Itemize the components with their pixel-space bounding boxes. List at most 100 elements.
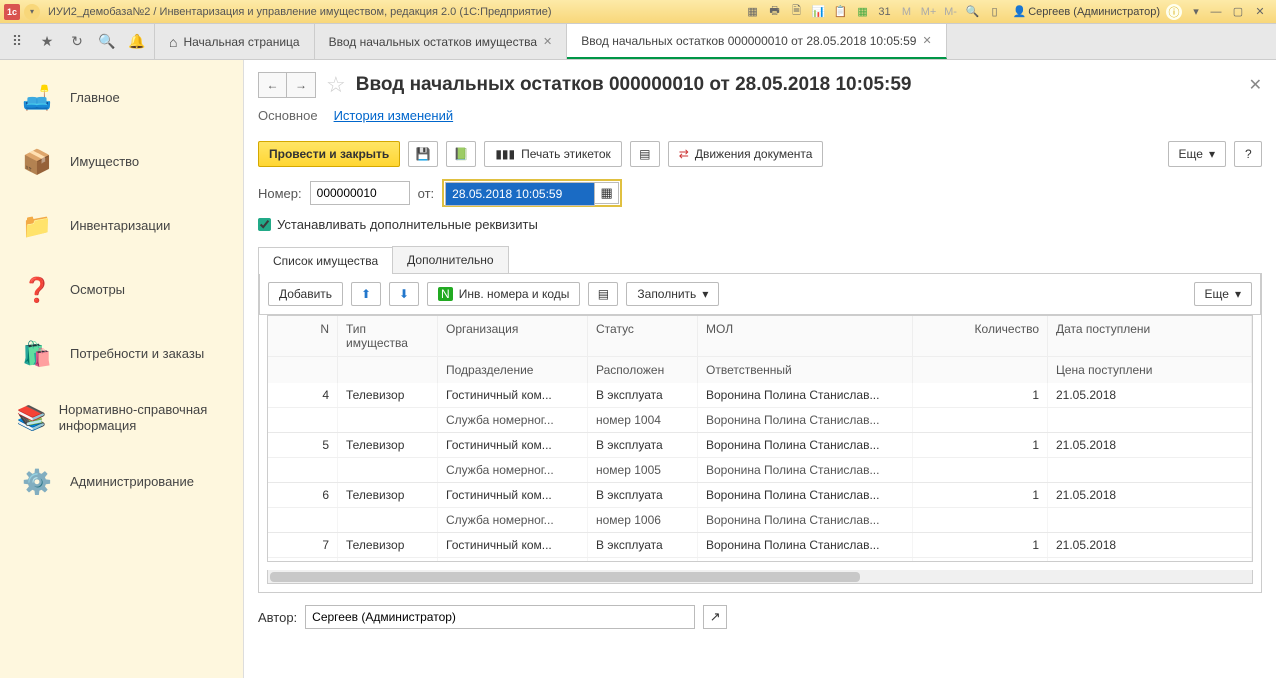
sidebar-item-main[interactable]: 🛋️Главное xyxy=(0,66,243,130)
doc-icon[interactable]: 🗎 xyxy=(789,4,805,20)
hdr-price-in[interactable]: Цена поступлени xyxy=(1048,356,1252,383)
post-and-close-button[interactable]: Провести и закрыть xyxy=(258,141,400,167)
tab-list[interactable]: Список имущества xyxy=(258,247,393,274)
info-icons: ⓘ ▾ xyxy=(1166,4,1208,20)
author-input[interactable] xyxy=(305,605,695,629)
save-button[interactable]: 💾 xyxy=(408,141,438,167)
list-view-button[interactable]: ▤ xyxy=(588,282,618,306)
extra-props-checkbox[interactable] xyxy=(258,218,271,231)
zoom-icon[interactable]: 🔍 xyxy=(965,4,981,20)
subtab-main[interactable]: Основное xyxy=(258,108,318,127)
author-label: Автор: xyxy=(258,610,297,625)
table-row[interactable]: 6ТелевизорГостиничный ком...В эксплуатаВ… xyxy=(268,483,1252,508)
tool-icon[interactable]: ▦ xyxy=(745,4,761,20)
bell-icon[interactable]: 🔔 xyxy=(128,33,146,50)
print-icon[interactable]: 🖶 xyxy=(767,4,783,20)
info-icon[interactable]: ⓘ xyxy=(1166,4,1182,20)
sidebar-item-property[interactable]: 📦Имущество xyxy=(0,130,243,194)
move-up-button[interactable]: ⬆ xyxy=(351,282,381,306)
date-input[interactable] xyxy=(445,182,595,206)
table-row[interactable]: 5ТелевизорГостиничный ком...В эксплуатаВ… xyxy=(268,433,1252,458)
mail-icon[interactable]: 📋 xyxy=(833,4,849,20)
apps-icon[interactable]: ⠿ xyxy=(8,33,26,50)
hdr-type[interactable]: Тип имущества xyxy=(338,316,438,356)
history-icon[interactable]: ↻ xyxy=(68,33,86,50)
panel-icon[interactable]: ▯ xyxy=(987,4,1003,20)
hdr-date-in[interactable]: Дата поступлени xyxy=(1048,316,1252,356)
info-dropdown-icon[interactable]: ▾ xyxy=(1188,4,1204,20)
grid-header: N Тип имущества Организация Статус МОЛ К… xyxy=(268,316,1252,383)
m-minus-icon[interactable]: M- xyxy=(943,4,959,20)
more-button[interactable]: Еще ▾ xyxy=(1168,141,1226,167)
tab-home[interactable]: ⌂ Начальная страница xyxy=(155,24,315,59)
sidebar-item-inventory[interactable]: 📁Инвентаризации xyxy=(0,194,243,258)
tab-document-active[interactable]: Ввод начальных остатков 000000010 от 28.… xyxy=(567,24,946,59)
inv-numbers-button[interactable]: NИнв. номера и коды xyxy=(427,282,580,306)
current-user[interactable]: 👤 Сергеев (Администратор) xyxy=(1007,5,1166,18)
favorite-star-icon[interactable]: ☆ xyxy=(326,72,346,98)
number-input[interactable] xyxy=(310,181,410,205)
tabbar: ⠿ ★ ↻ 🔍 🔔 ⌂ Начальная страница Ввод нача… xyxy=(0,24,1276,60)
search-icon[interactable]: 🔍 xyxy=(98,33,116,50)
hdr-dept[interactable]: Подразделение xyxy=(438,356,588,383)
post-button[interactable]: 📗 xyxy=(446,141,476,167)
chart-icon[interactable]: 📊 xyxy=(811,4,827,20)
content: ← → ☆ Ввод начальных остатков 000000010 … xyxy=(244,60,1276,678)
table-subrow[interactable]: Служба номерног...номер 1005Воронина Пол… xyxy=(268,458,1252,483)
list-button[interactable]: ▤ xyxy=(630,141,660,167)
hdr-n[interactable]: N xyxy=(268,316,338,356)
subtab-history[interactable]: История изменений xyxy=(334,108,454,127)
hdr-status[interactable]: Статус xyxy=(588,316,698,356)
move-down-button[interactable]: ⬇ xyxy=(389,282,419,306)
minimize-icon[interactable]: — xyxy=(1208,4,1224,20)
close-icon[interactable]: ✕ xyxy=(543,35,552,48)
print-labels-button[interactable]: ▮▮▮Печать этикеток xyxy=(484,141,621,167)
m-plus-icon[interactable]: M+ xyxy=(921,4,937,20)
sidebar-item-needs[interactable]: 🛍️Потребности и заказы xyxy=(0,322,243,386)
close-icon[interactable]: ✕ xyxy=(922,34,931,47)
maximize-icon[interactable]: ▢ xyxy=(1230,4,1246,20)
hdr-mol[interactable]: МОЛ xyxy=(698,316,913,356)
table-subrow[interactable]: Служба номерног...номер 1006Воронина Пол… xyxy=(268,508,1252,533)
close-icon[interactable]: ✕ xyxy=(1252,4,1268,20)
nav-forward-button[interactable]: → xyxy=(287,73,315,97)
hdr-qty[interactable]: Количество xyxy=(913,316,1048,356)
calc-icon[interactable]: 31 xyxy=(877,4,893,20)
grid-body[interactable]: 4ТелевизорГостиничный ком...В эксплуатаВ… xyxy=(268,383,1252,561)
author-open-button[interactable]: ↗ xyxy=(703,605,727,629)
chevron-down-icon: ▾ xyxy=(1235,287,1241,301)
tab-label: Ввод начальных остатков 000000010 от 28.… xyxy=(581,34,916,48)
m-icon[interactable]: M xyxy=(899,4,915,20)
hdr-located[interactable]: Расположен xyxy=(588,356,698,383)
nav-back-button[interactable]: ← xyxy=(259,73,287,97)
table-subrow[interactable]: Служба номерног... xyxy=(268,558,1252,561)
add-button[interactable]: Добавить xyxy=(268,282,343,306)
calendar-icon[interactable]: ▦ xyxy=(855,4,871,20)
app-menu-dropdown[interactable]: ▾ xyxy=(24,4,40,20)
close-page-icon[interactable]: ✕ xyxy=(1249,75,1262,95)
hdr-resp[interactable]: Ответственный xyxy=(698,356,913,383)
table-row[interactable]: 7ТелевизорГостиничный ком...В эксплуатаВ… xyxy=(268,533,1252,558)
boxes-icon: 📦 xyxy=(16,144,58,180)
sidebar-item-inspect[interactable]: ❓Осмотры xyxy=(0,258,243,322)
calendar-button[interactable]: ▦ xyxy=(595,182,619,204)
document-moves-button[interactable]: ⇄Движения документа xyxy=(668,141,824,167)
fill-button[interactable]: Заполнить ▾ xyxy=(626,282,719,306)
horizontal-scrollbar[interactable] xyxy=(267,570,1253,584)
grid-more-button[interactable]: Еще ▾ xyxy=(1194,282,1252,306)
sidebar-item-admin[interactable]: ⚙️Администрирование xyxy=(0,450,243,514)
table-row[interactable]: 4ТелевизорГостиничный ком...В эксплуатаВ… xyxy=(268,383,1252,408)
help-button[interactable]: ? xyxy=(1234,141,1262,167)
gear-icon: ⚙️ xyxy=(16,464,58,500)
number-date-row: Номер: от: ▦ xyxy=(258,179,1262,207)
hdr-org[interactable]: Организация xyxy=(438,316,588,356)
scroll-thumb[interactable] xyxy=(270,572,860,582)
sidebar-item-refs[interactable]: 📚Нормативно-справочная информация xyxy=(0,386,243,450)
tab-initial-property[interactable]: Ввод начальных остатков имущества ✕ xyxy=(315,24,568,59)
star-icon[interactable]: ★ xyxy=(38,33,56,50)
property-grid: N Тип имущества Организация Статус МОЛ К… xyxy=(267,315,1253,562)
tab-extra[interactable]: Дополнительно xyxy=(392,246,508,273)
table-subrow[interactable]: Служба номерног...номер 1004Воронина Пол… xyxy=(268,408,1252,433)
bag-icon: 🛍️ xyxy=(16,336,58,372)
author-row: Автор: ↗ xyxy=(258,605,1262,629)
